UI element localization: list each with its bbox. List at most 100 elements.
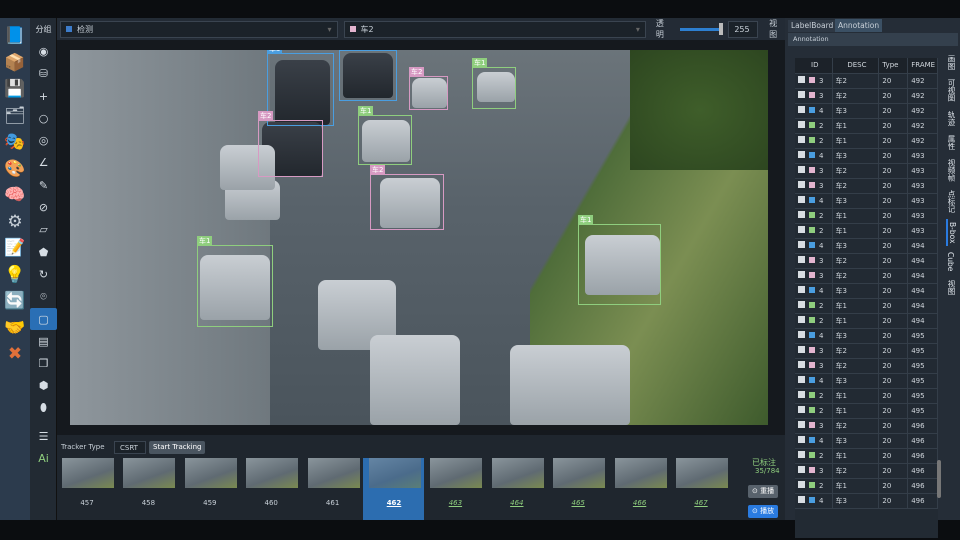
table-row[interactable]: 3 车2 20 492	[795, 73, 938, 89]
replay-button[interactable]: ⊙ 重播	[748, 485, 779, 498]
table-row[interactable]: 4 车3 20 496	[795, 433, 938, 449]
eraser-icon[interactable]: ▱	[30, 219, 57, 241]
save-as-icon[interactable]: 🗂	[0, 104, 30, 128]
col-desc[interactable]: DESC	[832, 58, 880, 74]
frame-number[interactable]: 464	[492, 499, 542, 507]
table-row[interactable]: 3 车2 20 493	[795, 178, 938, 194]
frame-thumbnail[interactable]	[553, 458, 606, 488]
edit-document-icon[interactable]: 📝	[0, 236, 30, 260]
table-scrollbar[interactable]	[937, 460, 941, 498]
row-checkbox[interactable]	[798, 421, 805, 428]
table-row[interactable]: 2 车1 20 496	[795, 448, 938, 464]
lightbulb-icon[interactable]: 💡	[0, 263, 30, 287]
frame-thumbnail[interactable]	[307, 458, 360, 488]
row-checkbox[interactable]	[798, 496, 805, 503]
bounding-box[interactable]: 车1	[197, 236, 273, 327]
frame-number[interactable]: 465	[553, 499, 603, 507]
row-checkbox[interactable]	[798, 286, 805, 293]
row-checkbox[interactable]	[798, 106, 805, 113]
table-row[interactable]: 2 车1 20 496	[795, 478, 938, 494]
row-checkbox[interactable]	[798, 361, 805, 368]
col-frame[interactable]: FRAME	[907, 58, 938, 74]
cube-solid-icon[interactable]: ⬢	[30, 375, 57, 397]
row-checkbox[interactable]	[798, 331, 805, 338]
row-checkbox[interactable]	[798, 451, 805, 458]
row-checkbox[interactable]	[798, 301, 805, 308]
table-row[interactable]: 2 车1 20 492	[795, 133, 938, 149]
frame-thumbnail[interactable]	[62, 458, 114, 488]
col-id[interactable]: ID	[795, 58, 833, 74]
table-row[interactable]: 3 车2 20 494	[795, 268, 938, 284]
eye-icon[interactable]: ◉	[30, 40, 57, 62]
settings-icon[interactable]: ⚙	[0, 210, 30, 234]
rotate-icon[interactable]: ↻	[30, 263, 57, 285]
row-checkbox[interactable]	[798, 256, 805, 263]
rectangle-icon[interactable]: ▢	[30, 307, 57, 331]
table-row[interactable]: 3 车2 20 492	[795, 88, 938, 104]
bounding-box[interactable]: 车3	[339, 50, 397, 101]
frame-thumbnail[interactable]	[184, 458, 237, 488]
blob-icon[interactable]: ⬮	[30, 397, 57, 419]
vertical-tab[interactable]: B-box	[946, 218, 957, 246]
table-row[interactable]: 2 车1 20 494	[795, 298, 938, 314]
vertical-tab[interactable]: 点标记	[946, 187, 957, 216]
table-row[interactable]: 4 车3 20 493	[795, 148, 938, 164]
paint-bucket-icon[interactable]: ⛁	[30, 63, 57, 85]
view-label[interactable]: 视图	[769, 18, 785, 40]
tab-labelboard[interactable]: LabelBoard	[788, 20, 837, 32]
vertical-tab[interactable]: 轨迹	[946, 108, 957, 129]
table-row[interactable]: 3 车2 20 495	[795, 343, 938, 359]
frame-number[interactable]: 461	[308, 499, 358, 507]
row-checkbox[interactable]	[798, 241, 805, 248]
frame-number[interactable]: 457	[62, 499, 112, 507]
table-row[interactable]: 4 车3 20 495	[795, 328, 938, 344]
table-row[interactable]: 4 车3 20 494	[795, 283, 938, 299]
bounding-box[interactable]: 车2	[409, 67, 448, 110]
row-checkbox[interactable]	[798, 121, 805, 128]
brush-icon[interactable]: ✎	[30, 174, 57, 196]
row-checkbox[interactable]	[798, 226, 805, 233]
vertical-tab[interactable]: 视频帧	[946, 156, 957, 185]
book-icon[interactable]: 📘	[0, 24, 30, 48]
mask-icon[interactable]: 🎭	[0, 130, 30, 154]
frame-thumbnail[interactable]	[430, 458, 483, 488]
table-row[interactable]: 2 车1 20 492	[795, 118, 938, 134]
table-row[interactable]: 3 车2 20 493	[795, 163, 938, 179]
frame-thumbnail[interactable]	[123, 458, 176, 488]
vertical-tab[interactable]: Cube	[946, 249, 955, 274]
row-checkbox[interactable]	[798, 436, 805, 443]
layers-icon[interactable]: ▤	[30, 330, 57, 352]
bounding-box[interactable]: 车2	[258, 111, 323, 177]
table-row[interactable]: 2 车1 20 495	[795, 403, 938, 419]
opacity-slider-handle[interactable]	[719, 22, 724, 35]
frame-number[interactable]: 467	[676, 499, 726, 507]
label-select[interactable]: 车2 ▾	[343, 20, 646, 38]
table-row[interactable]: 4 车3 20 494	[795, 238, 938, 254]
save-icon[interactable]: 💾	[0, 77, 30, 101]
frame-number[interactable]: 466	[615, 499, 665, 507]
row-checkbox[interactable]	[798, 481, 805, 488]
frame-thumbnail[interactable]	[369, 458, 421, 488]
row-checkbox[interactable]	[798, 466, 805, 473]
row-checkbox[interactable]	[798, 376, 805, 383]
row-checkbox[interactable]	[798, 346, 805, 353]
tab-annotation[interactable]: Annotation	[835, 19, 883, 32]
table-row[interactable]: 3 车2 20 494	[795, 253, 938, 269]
row-checkbox[interactable]	[798, 316, 805, 323]
table-row[interactable]: 2 车1 20 494	[795, 313, 938, 329]
bounding-box[interactable]: 车1	[578, 215, 661, 305]
opacity-slider[interactable]	[679, 22, 724, 35]
row-checkbox[interactable]	[798, 271, 805, 278]
bounding-box[interactable]: 车3	[267, 50, 334, 126]
row-checkbox[interactable]	[798, 151, 805, 158]
row-checkbox[interactable]	[798, 406, 805, 413]
row-checkbox[interactable]	[798, 391, 805, 398]
table-row[interactable]: 2 车1 20 493	[795, 223, 938, 239]
frame-thumbnail[interactable]	[676, 458, 728, 488]
crosshair-icon[interactable]: +	[30, 85, 57, 107]
vertical-tab[interactable]: 视图	[946, 277, 957, 298]
angle-icon[interactable]: ∠	[30, 152, 57, 174]
table-row[interactable]: 3 车2 20 495	[795, 358, 938, 374]
vertical-tab[interactable]: 属性	[946, 132, 957, 153]
frame-number[interactable]: 459	[185, 499, 235, 507]
